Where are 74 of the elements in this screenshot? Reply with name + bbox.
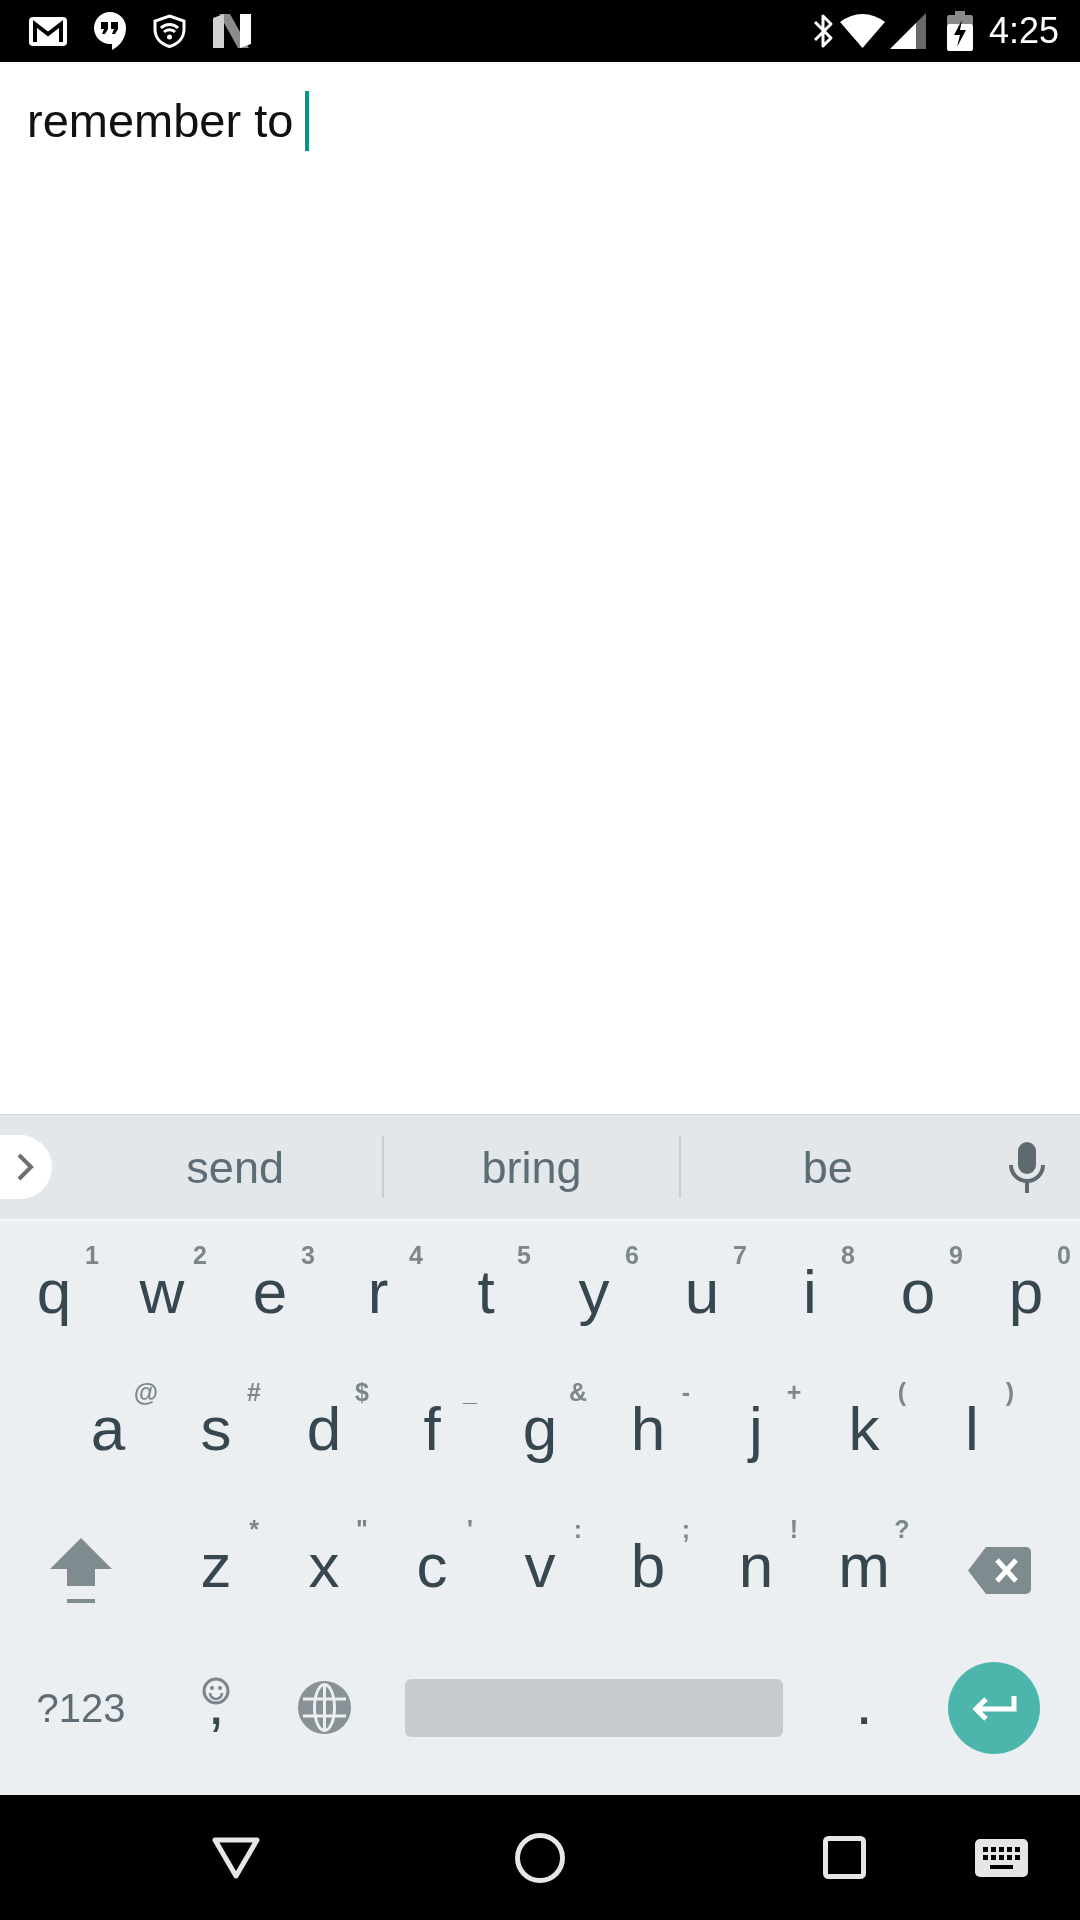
wifi-shield-icon	[153, 14, 186, 48]
key-hint: 9	[949, 1243, 963, 1268]
text-input[interactable]: remember to	[27, 91, 310, 151]
key-hint: !	[789, 1517, 799, 1542]
letter-key[interactable]: t	[477, 1260, 495, 1323]
home-icon[interactable]	[515, 1832, 565, 1883]
expand-button[interactable]	[0, 1135, 52, 1199]
key-hint: 5	[517, 1243, 531, 1268]
mail-icon	[29, 16, 67, 46]
letter-key[interactable]: f	[423, 1397, 441, 1460]
letter-key[interactable]: w	[139, 1260, 185, 1323]
suggestion[interactable]: bring	[481, 1144, 582, 1190]
letter-key[interactable]: d	[306, 1397, 342, 1460]
key-hint: '	[467, 1517, 473, 1542]
key-hint: &	[568, 1380, 588, 1405]
key-hint: 7	[733, 1243, 747, 1268]
period-key[interactable]: .	[855, 1671, 873, 1734]
shift-icon[interactable]	[50, 1538, 112, 1603]
key-hint: :	[573, 1517, 583, 1542]
enter-icon	[971, 1693, 1017, 1722]
key-hint: 8	[841, 1243, 855, 1268]
letter-key[interactable]: u	[684, 1260, 720, 1323]
key-hint: _	[463, 1380, 477, 1405]
key-hint: )	[1005, 1380, 1015, 1405]
chevron-icon	[16, 1152, 35, 1182]
key-hint: #	[247, 1380, 261, 1405]
key-hint: -	[681, 1380, 691, 1405]
globe-icon[interactable]	[297, 1681, 351, 1734]
symbols-key[interactable]: ?123	[36, 1687, 126, 1728]
letter-key[interactable]: i	[803, 1260, 817, 1323]
key-hint: "	[356, 1517, 368, 1542]
backspace-icon[interactable]	[967, 1547, 1031, 1594]
letter-key[interactable]: l	[965, 1397, 979, 1460]
key-hint: ;	[681, 1517, 691, 1542]
letter-key[interactable]: b	[630, 1534, 666, 1597]
key-hint: 1	[85, 1243, 99, 1268]
key-hint: 6	[625, 1243, 639, 1268]
letter-key[interactable]: c	[416, 1534, 448, 1597]
letter-key[interactable]: s	[200, 1397, 232, 1460]
key-hint: *	[249, 1517, 259, 1542]
letter-key[interactable]: m	[838, 1534, 890, 1597]
key-hint: ?	[894, 1517, 910, 1542]
letter-key[interactable]: x	[308, 1534, 340, 1597]
chat-bubble-icon	[94, 12, 126, 50]
mic-icon[interactable]	[1009, 1141, 1046, 1193]
key-hint: @	[133, 1380, 159, 1405]
suggestion[interactable]: send	[186, 1144, 284, 1190]
key-hint: $	[355, 1380, 369, 1405]
signal-icon	[889, 13, 926, 49]
emoji-icon	[202, 1677, 230, 1705]
key-hint: 2	[193, 1243, 207, 1268]
back-icon[interactable]	[212, 1836, 260, 1879]
key-hint: 3	[301, 1243, 315, 1268]
key-hint: (	[897, 1380, 907, 1405]
letter-key[interactable]: n	[738, 1534, 774, 1597]
battery-charging-icon	[946, 11, 973, 51]
letter-key[interactable]: e	[252, 1260, 288, 1323]
letter-key[interactable]: h	[630, 1397, 666, 1460]
letter-key[interactable]: r	[367, 1260, 389, 1323]
letter-key[interactable]: v	[524, 1534, 556, 1597]
key-hint: 4	[409, 1243, 423, 1268]
key-hint: 0	[1057, 1243, 1071, 1268]
letter-key[interactable]: k	[848, 1397, 880, 1460]
comma-key[interactable]: ,	[207, 1671, 225, 1734]
wifi-icon	[839, 14, 885, 48]
n-shape-icon	[213, 14, 251, 48]
recents-icon[interactable]	[823, 1836, 866, 1879]
status-time: 4:25	[988, 13, 1059, 49]
letter-key[interactable]: o	[900, 1260, 936, 1323]
letter-key[interactable]: a	[90, 1397, 126, 1460]
suggestion[interactable]: be	[802, 1144, 853, 1190]
letter-key[interactable]: z	[200, 1534, 232, 1597]
key-hint: +	[786, 1380, 802, 1405]
keyboard-icon[interactable]	[975, 1838, 1028, 1877]
